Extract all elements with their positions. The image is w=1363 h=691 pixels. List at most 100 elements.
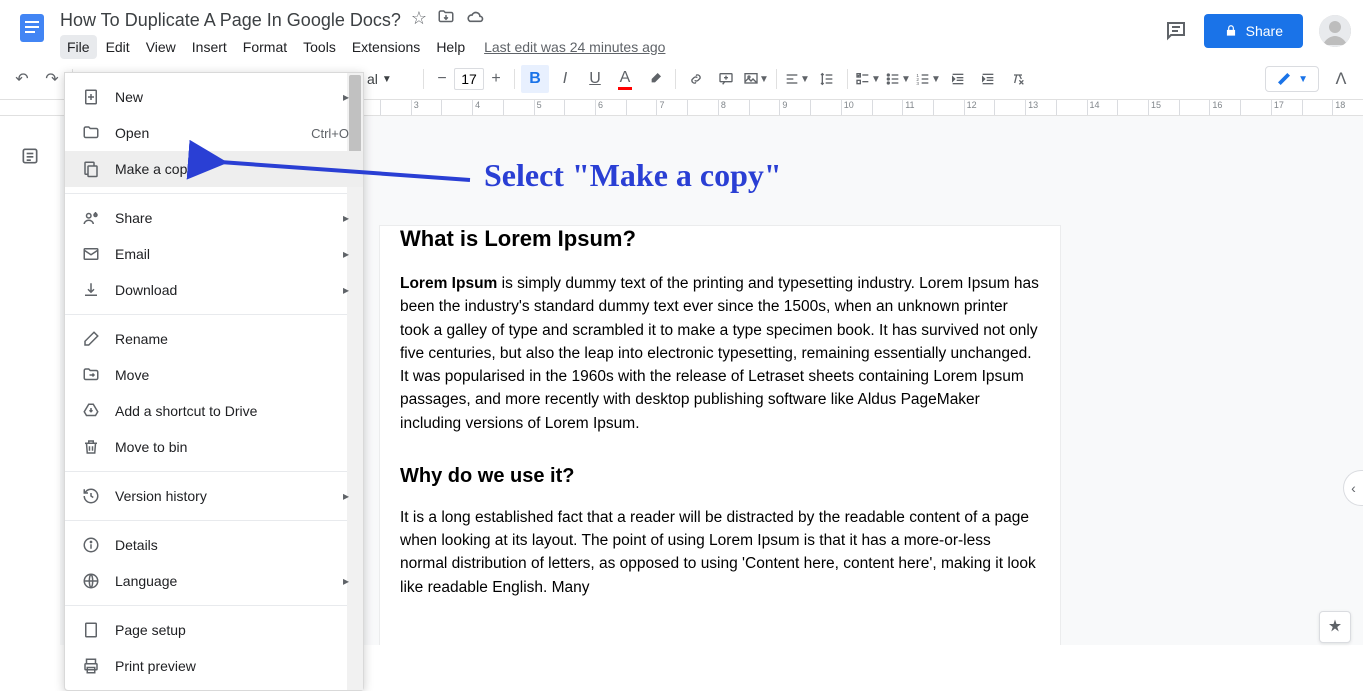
menu-extensions[interactable]: Extensions (345, 35, 427, 59)
insert-link-button[interactable] (682, 65, 710, 93)
menu-item-label: Version history (115, 488, 329, 504)
menu-item-label: Rename (115, 331, 349, 347)
hide-menus-button[interactable]: ᐱ (1327, 65, 1355, 93)
font-size-control: − 17 + (430, 67, 508, 91)
submenu-arrow-icon: ▸ (343, 574, 349, 588)
bold-button[interactable]: B (521, 65, 549, 93)
submenu-arrow-icon: ▸ (343, 489, 349, 503)
indent-increase-button[interactable] (974, 65, 1002, 93)
file-menu-new[interactable]: New ▸ (65, 79, 363, 115)
menu-item-label: Print preview (115, 658, 349, 674)
explore-button[interactable] (1319, 611, 1351, 643)
insert-comment-button[interactable] (712, 65, 740, 93)
menu-item-label: Language (115, 573, 329, 589)
menu-item-label: Open (115, 125, 297, 141)
chevron-down-icon: ▼ (1298, 74, 1308, 85)
menu-item-label: Move (115, 367, 349, 383)
doc-paragraph-1: Lorem Ipsum is simply dummy text of the … (400, 272, 1040, 435)
menu-file[interactable]: File (60, 35, 97, 59)
editing-mode-button[interactable]: ▼ (1265, 66, 1319, 92)
file-menu-page-setup[interactable]: Page setup (65, 612, 363, 648)
file-menu-version-history[interactable]: Version history ▸ (65, 478, 363, 514)
file-menu-make-a-copy[interactable]: Make a copy (65, 151, 363, 187)
doc-title[interactable]: How To Duplicate A Page In Google Docs? (60, 10, 401, 31)
font-size-increase[interactable]: + (484, 67, 508, 91)
chevron-down-icon: ▼ (871, 74, 881, 85)
comments-icon[interactable] (1164, 19, 1188, 43)
checklist-button[interactable]: ▼ (854, 65, 882, 93)
menu-item-label: New (115, 89, 329, 105)
doc-heading-1: What is Lorem Ipsum? (400, 226, 1040, 252)
menu-tools[interactable]: Tools (296, 35, 343, 59)
bulleted-list-button[interactable]: ▼ (884, 65, 912, 93)
underline-button[interactable]: U (581, 65, 609, 93)
menu-item-label: Download (115, 282, 329, 298)
italic-button[interactable]: I (551, 65, 579, 93)
menu-item-label: Add a shortcut to Drive (115, 403, 349, 419)
menu-format[interactable]: Format (236, 35, 294, 59)
font-family-dropdown[interactable]: al ▼ (361, 67, 417, 91)
highlight-button[interactable] (641, 65, 669, 93)
file-menu-share[interactable]: Share▸ (65, 200, 363, 236)
page-setup-icon (81, 620, 101, 640)
trash-icon (81, 437, 101, 457)
file-menu-open[interactable]: OpenCtrl+O (65, 115, 363, 151)
menu-bar: File Edit View Insert Format Tools Exten… (60, 35, 1164, 59)
chevron-down-icon: ▼ (901, 74, 911, 85)
font-size-value[interactable]: 17 (454, 68, 484, 90)
share-button-label: Share (1246, 23, 1283, 39)
star-icon[interactable]: ☆ (411, 8, 427, 33)
menu-edit[interactable]: Edit (99, 35, 137, 59)
svg-text:3: 3 (916, 81, 919, 86)
align-button[interactable]: ▼ (783, 65, 811, 93)
numbered-list-button[interactable]: 123▼ (914, 65, 942, 93)
document-page[interactable]: What is Lorem Ipsum? Lorem Ipsum is simp… (380, 226, 1060, 645)
email-icon (81, 244, 101, 264)
share-icon (81, 208, 101, 228)
doc-heading-2: Why do we use it? (400, 465, 1040, 488)
copy-icon (81, 159, 101, 179)
file-menu-download[interactable]: Download ▸ (65, 272, 363, 308)
insert-image-button[interactable]: ▼ (742, 65, 770, 93)
file-menu-language[interactable]: Language ▸ (65, 563, 363, 599)
file-menu-print-preview[interactable]: Print preview (65, 648, 363, 684)
folder-icon (81, 123, 101, 143)
file-menu-move-to-bin[interactable]: Move to bin (65, 429, 363, 465)
file-menu-rename[interactable]: Rename (65, 321, 363, 357)
plus-icon (81, 87, 101, 107)
share-button[interactable]: Share (1204, 14, 1303, 48)
menu-insert[interactable]: Insert (185, 35, 234, 59)
file-menu-email[interactable]: Email▸ (65, 236, 363, 272)
file-menu-add-a-shortcut-to-drive[interactable]: Add a shortcut to Drive (65, 393, 363, 429)
globe-icon (81, 571, 101, 591)
undo-button[interactable]: ↶ (8, 65, 36, 93)
menu-item-label: Page setup (115, 622, 349, 638)
menu-help[interactable]: Help (429, 35, 472, 59)
redo-button[interactable]: ↷ (38, 65, 66, 93)
doc-paragraph-2: It is a long established fact that a rea… (400, 506, 1040, 599)
file-menu-details[interactable]: Details (65, 527, 363, 563)
outline-toggle-icon[interactable] (20, 146, 40, 645)
move-to-folder-icon[interactable] (437, 8, 455, 33)
submenu-arrow-icon: ▸ (343, 283, 349, 297)
chevron-down-icon: ▼ (382, 74, 392, 85)
indent-decrease-button[interactable] (944, 65, 972, 93)
avatar[interactable] (1319, 15, 1351, 47)
chevron-down-icon: ▼ (931, 74, 941, 85)
download-icon (81, 280, 101, 300)
history-icon (81, 486, 101, 506)
move-icon (81, 365, 101, 385)
line-spacing-button[interactable] (813, 65, 841, 93)
submenu-arrow-icon: ▸ (343, 247, 349, 261)
last-edit-link[interactable]: Last edit was 24 minutes ago (484, 39, 665, 55)
docs-logo[interactable] (12, 8, 52, 48)
cloud-status-icon[interactable] (465, 8, 485, 33)
font-size-decrease[interactable]: − (430, 67, 454, 91)
menu-view[interactable]: View (139, 35, 183, 59)
file-menu-dropdown: New▸OpenCtrl+OMake a copyShare▸Email▸Dow… (64, 72, 364, 691)
drive-shortcut-icon (81, 401, 101, 421)
clear-formatting-button[interactable] (1004, 65, 1032, 93)
submenu-arrow-icon: ▸ (343, 90, 349, 104)
text-color-button[interactable]: A (611, 65, 639, 93)
file-menu-move[interactable]: Move (65, 357, 363, 393)
